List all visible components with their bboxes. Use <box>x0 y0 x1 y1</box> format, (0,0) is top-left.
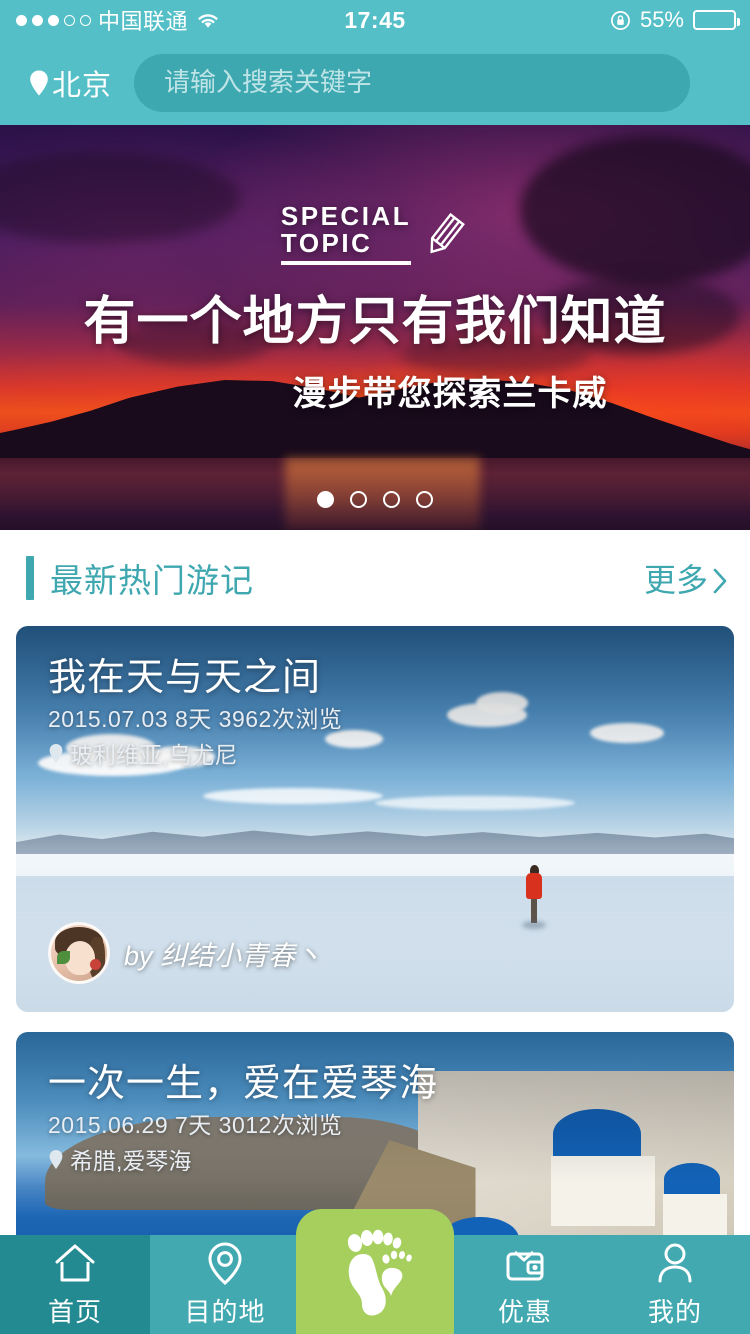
carousel-dot-2[interactable] <box>350 491 367 508</box>
status-bar-clock: 17:45 <box>344 6 406 33</box>
tab-profile[interactable]: 我的 <box>600 1235 750 1334</box>
travel-note-card[interactable]: 我在天与天之间 2015.07.03 8天 3962次浏览 玻利维亚,乌尤尼 b… <box>16 626 734 1012</box>
pencil-icon <box>419 211 469 261</box>
tab-destination[interactable]: 目的地 <box>150 1235 300 1334</box>
footprint-icon <box>336 1224 414 1320</box>
tab-deals[interactable]: 优惠 <box>450 1235 600 1334</box>
card-meta: 2015.07.03 8天 3962次浏览 <box>48 706 343 732</box>
promo-banner-carousel[interactable]: SPECIAL TOPIC 有一个地方只有我们知道 漫步带您探索兰卡威 <box>0 125 750 530</box>
chevron-right-icon <box>712 565 728 594</box>
special-topic-badge: SPECIAL TOPIC <box>280 201 469 266</box>
carousel-dot-1[interactable] <box>317 491 334 508</box>
battery-icon <box>693 10 740 30</box>
user-icon <box>652 1240 698 1286</box>
more-label: 更多 <box>643 562 708 598</box>
tab-deals-label: 优惠 <box>497 1297 552 1327</box>
carousel-indicator <box>0 491 750 508</box>
bottom-tab-bar: 首页 目的地 优惠 我的 <box>0 1209 750 1334</box>
banner-headline: 有一个地方只有我们知道 <box>83 292 667 353</box>
special-topic-line1: SPECIAL <box>280 201 412 231</box>
footprint-action-button[interactable] <box>296 1209 454 1334</box>
city-name: 北京 <box>52 69 113 102</box>
section-title: 最新热门游记 <box>50 562 254 599</box>
search-bar[interactable] <box>134 53 691 112</box>
card-title: 我在天与天之间 <box>48 657 322 699</box>
map-pin-icon <box>202 1240 248 1286</box>
app-header: 北京 <box>0 40 750 125</box>
location-pin-icon <box>28 69 50 97</box>
tab-profile-label: 我的 <box>647 1297 702 1327</box>
banner-text-block: SPECIAL TOPIC 有一个地方只有我们知道 漫步带您探索兰卡威 <box>0 203 750 415</box>
location-pin-icon <box>48 1149 64 1170</box>
tab-footprint[interactable] <box>296 1209 454 1334</box>
travel-note-card[interactable]: 一次一生，爱在爱琴海 2015.06.29 7天 3012次浏览 希腊,爱琴海 <box>16 1032 734 1235</box>
card-author-label: by 纠结小青春丶 <box>124 940 323 971</box>
search-input[interactable] <box>164 67 661 98</box>
status-bar: 中国联通 17:45 55% <box>0 0 750 40</box>
section-header: 最新热门游记 更多 <box>0 530 750 626</box>
card-person-figure <box>521 865 546 930</box>
tab-home-label: 首页 <box>47 1297 102 1327</box>
card-location: 希腊,爱琴海 <box>48 1142 191 1176</box>
carousel-dot-4[interactable] <box>416 491 433 508</box>
more-button[interactable]: 更多 <box>644 555 728 601</box>
tab-destination-label: 目的地 <box>184 1297 266 1327</box>
location-pin-icon <box>48 743 64 764</box>
city-selector[interactable]: 北京 <box>28 62 112 104</box>
app-screen: 中国联通 17:45 55% 北京 请输入搜索关键字 SPECIAL TOPIC… <box>0 0 750 1334</box>
card-location-label: 玻利维亚,乌尤尼 <box>70 742 238 768</box>
section-accent-bar <box>26 556 34 600</box>
card-meta: 2015.06.29 7天 3012次浏览 <box>48 1112 343 1138</box>
travel-notes-feed: 我在天与天之间 2015.07.03 8天 3962次浏览 玻利维亚,乌尤尼 b… <box>0 626 750 1235</box>
special-topic-line2: TOPIC <box>280 227 373 258</box>
wallet-icon <box>502 1240 548 1286</box>
tab-home[interactable]: 首页 <box>0 1235 150 1334</box>
card-location: 玻利维亚,乌尤尼 <box>48 736 237 770</box>
card-title: 一次一生，爱在爱琴海 <box>48 1063 439 1105</box>
carousel-dot-3[interactable] <box>383 491 400 508</box>
card-location-label: 希腊,爱琴海 <box>70 1148 192 1174</box>
home-icon <box>52 1240 98 1286</box>
banner-subline: 漫步带您探索兰卡威 <box>292 374 608 415</box>
avatar <box>48 922 110 984</box>
card-mountain-range <box>16 830 734 858</box>
card-author[interactable]: by 纠结小青春丶 <box>48 922 322 984</box>
